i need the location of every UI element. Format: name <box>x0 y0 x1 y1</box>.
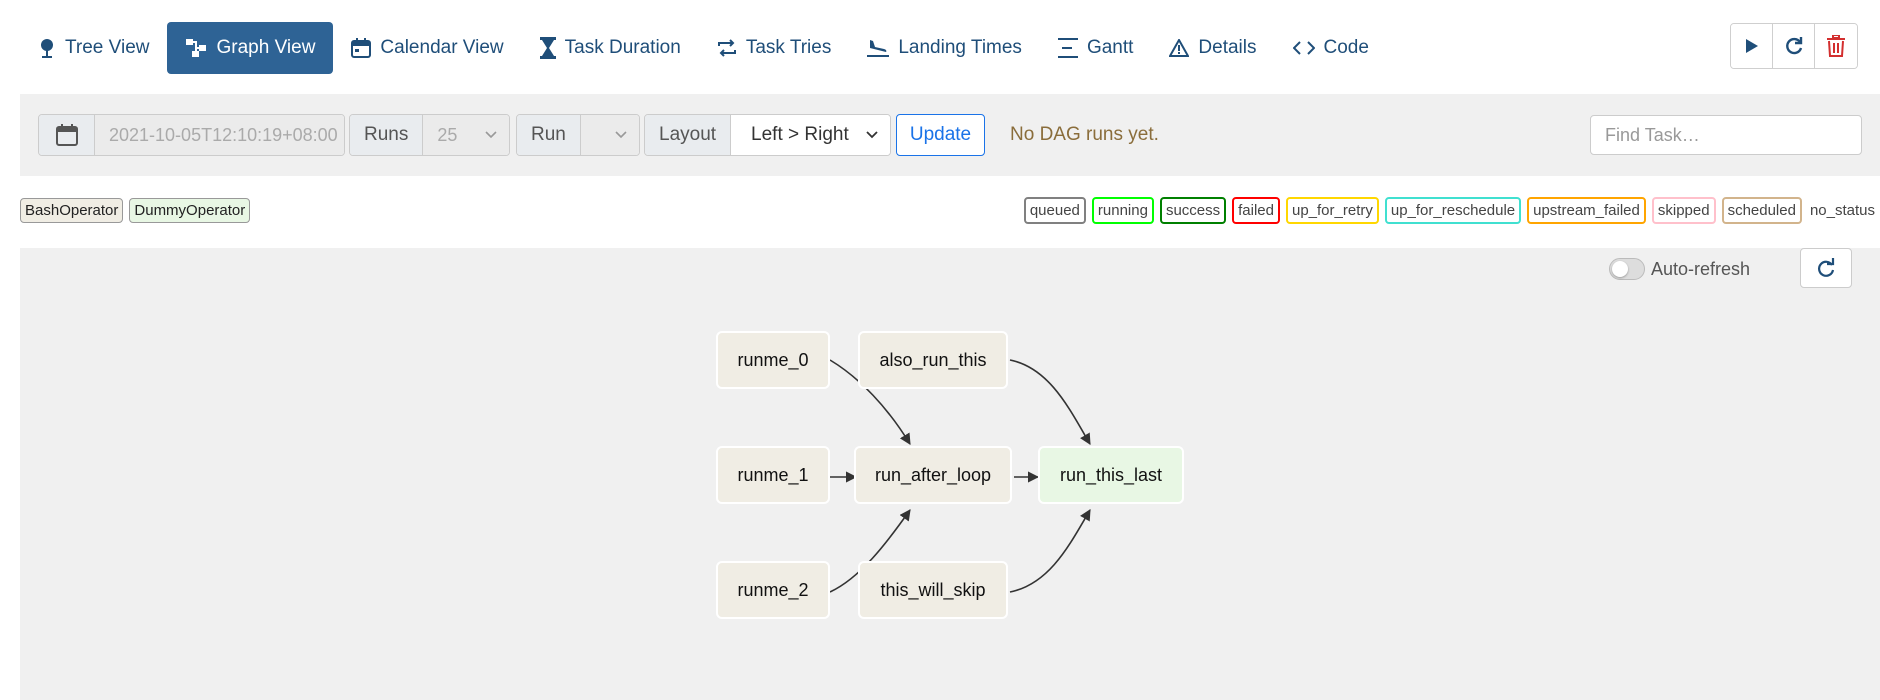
task-node-runme_2[interactable]: runme_2 <box>716 561 830 619</box>
tab-gantt[interactable]: Gantt <box>1040 22 1151 74</box>
task-node-runme_1[interactable]: runme_1 <box>716 446 830 504</box>
delete-dag-button[interactable] <box>1815 24 1857 68</box>
tree-icon <box>41 39 53 58</box>
tab-landing-times[interactable]: Landing Times <box>849 22 1040 74</box>
tab-label: Graph View <box>216 37 316 58</box>
no-dag-runs-message: No DAG runs yet. <box>1010 124 1159 145</box>
num-runs-value: 25 <box>437 124 458 145</box>
layout-group: Layout Left > Right <box>644 114 891 156</box>
tab-label: Task Tries <box>745 37 832 58</box>
layout-select[interactable]: Left > Right <box>731 115 890 155</box>
state-upstream-failed[interactable]: upstream_failed <box>1527 197 1646 224</box>
find-task-input[interactable]: Find Task… <box>1590 115 1862 155</box>
state-no-status[interactable]: no_status <box>1807 197 1877 224</box>
task-node-also_run_this[interactable]: also_run_this <box>858 331 1008 389</box>
calendar-icon <box>351 38 372 58</box>
tab-task-tries[interactable]: Task Tries <box>699 22 850 74</box>
base-date-input[interactable]: 2021-10-05T12:10:19+08:00 <box>95 115 344 155</box>
tab-details[interactable]: Details <box>1151 22 1274 74</box>
trash-icon <box>1827 35 1845 57</box>
tab-tree-view[interactable]: Tree View <box>20 22 167 74</box>
legend-dummy-operator: DummyOperator <box>129 198 251 223</box>
code-icon <box>1292 41 1315 55</box>
task-node-run_after_loop[interactable]: run_after_loop <box>854 446 1012 504</box>
tab-code[interactable]: Code <box>1275 22 1387 74</box>
state-queued[interactable]: queued <box>1023 197 1086 224</box>
tab-calendar-view[interactable]: Calendar View <box>333 22 521 74</box>
edge-also_run_this-run_this_last <box>1009 359 1091 445</box>
graph-icon <box>186 39 207 57</box>
retry-icon <box>717 39 736 57</box>
run-select[interactable] <box>580 115 639 155</box>
graph-filter-bar: 2021-10-05T12:10:19+08:00 Runs 25 Run La… <box>20 94 1880 176</box>
tab-label: Calendar View <box>380 37 504 58</box>
gantt-icon <box>1057 38 1078 58</box>
run-label: Run <box>517 115 581 155</box>
tab-label: Gantt <box>1086 37 1134 58</box>
layout-select-value: Left > Right <box>751 124 849 145</box>
chevron-down-icon <box>485 131 497 139</box>
date-picker-button[interactable] <box>39 115 95 155</box>
plane-landing-icon <box>867 40 890 57</box>
hourglass-icon <box>539 37 556 59</box>
state-scheduled[interactable]: scheduled <box>1721 197 1802 224</box>
tab-graph-view[interactable]: Graph View <box>167 22 334 74</box>
warning-triangle-icon <box>1169 39 1190 57</box>
state-success[interactable]: success <box>1159 197 1227 224</box>
update-button[interactable]: Update <box>896 114 985 156</box>
task-node-run_this_last[interactable]: run_this_last <box>1038 446 1184 504</box>
refresh-dag-button[interactable] <box>1773 24 1815 68</box>
dag-view-tabs: Tree View Graph View Calendar View Task … <box>20 22 1387 74</box>
num-runs-group: Runs 25 <box>349 114 510 156</box>
state-running[interactable]: running <box>1091 197 1154 224</box>
task-node-this_will_skip[interactable]: this_will_skip <box>858 561 1008 619</box>
operator-legend: BashOperator DummyOperator <box>20 198 251 223</box>
state-skipped[interactable]: skipped <box>1651 197 1716 224</box>
dag-actions <box>1730 23 1858 69</box>
trigger-dag-button[interactable] <box>1731 24 1773 68</box>
calendar-icon <box>55 124 78 146</box>
dag-graph-canvas[interactable]: Auto-refresh runme_0 runme_1 runme_2 als… <box>20 248 1880 700</box>
tab-label: Details <box>1198 37 1257 58</box>
tab-label: Code <box>1323 37 1369 58</box>
num-runs-select[interactable]: 25 <box>423 115 509 155</box>
legend-bash-operator: BashOperator <box>20 198 124 223</box>
state-failed[interactable]: failed <box>1232 197 1280 224</box>
tab-label: Task Duration <box>564 37 681 58</box>
tab-label: Tree View <box>65 37 150 58</box>
refresh-icon <box>1785 37 1802 55</box>
run-select-group: Run <box>516 114 640 156</box>
task-node-runme_0[interactable]: runme_0 <box>716 331 830 389</box>
state-up-for-reschedule[interactable]: up_for_reschedule <box>1384 197 1522 224</box>
tab-label: Landing Times <box>898 37 1022 58</box>
layout-label: Layout <box>645 115 732 155</box>
edge-this_will_skip-run_this_last <box>1009 509 1091 593</box>
chevron-down-icon <box>866 131 878 139</box>
tab-task-duration[interactable]: Task Duration <box>522 22 699 74</box>
base-date-group: 2021-10-05T12:10:19+08:00 <box>38 114 345 156</box>
state-legend: queued running success failed up_for_ret… <box>1023 197 1877 224</box>
chevron-down-icon <box>615 131 627 139</box>
play-icon <box>1745 39 1758 53</box>
state-up-for-retry[interactable]: up_for_retry <box>1285 197 1379 224</box>
runs-label: Runs <box>350 115 424 155</box>
